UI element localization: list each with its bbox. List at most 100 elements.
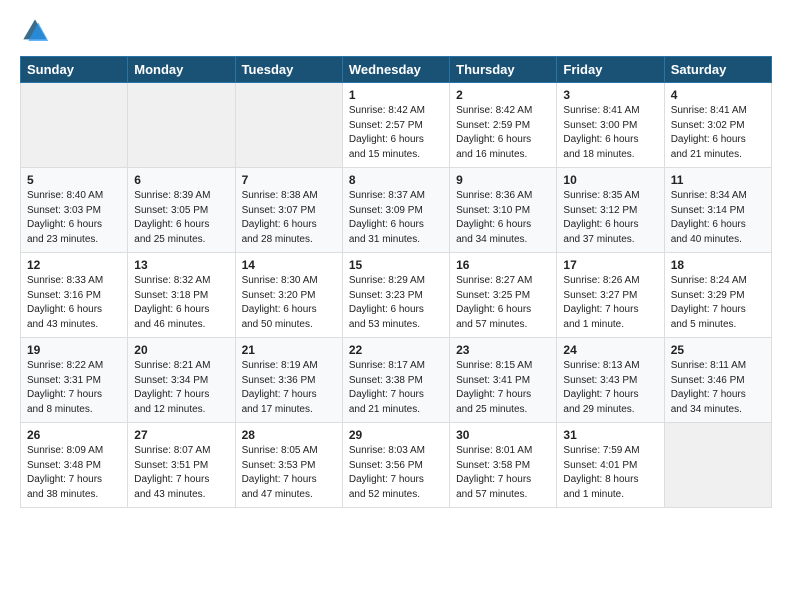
day-info: Sunrise: 8:05 AM Sunset: 3:53 PM Dayligh… xyxy=(242,444,336,502)
week-row: 26 Sunrise: 8:09 AM Sunset: 3:48 PM Dayli… xyxy=(21,423,772,508)
day-number: 1 xyxy=(349,88,443,102)
day-info: Sunrise: 8:42 AM Sunset: 2:57 PM Dayligh… xyxy=(349,104,443,162)
day-number: 20 xyxy=(134,343,228,357)
calendar-cell: 21 Sunrise: 8:19 AM Sunset: 3:36 PM Dayli… xyxy=(235,338,342,423)
day-number: 11 xyxy=(671,173,765,187)
day-info: Sunrise: 8:11 AM Sunset: 3:46 PM Dayligh… xyxy=(671,359,765,417)
weekday-header: Saturday xyxy=(664,57,771,83)
calendar-body: 1 Sunrise: 8:42 AM Sunset: 2:57 PM Daylig… xyxy=(21,83,772,508)
day-info: Sunrise: 8:37 AM Sunset: 3:09 PM Dayligh… xyxy=(349,189,443,247)
day-info: Sunrise: 8:39 AM Sunset: 3:05 PM Dayligh… xyxy=(134,189,228,247)
day-number: 3 xyxy=(563,88,657,102)
header xyxy=(20,16,772,46)
day-info: Sunrise: 8:36 AM Sunset: 3:10 PM Dayligh… xyxy=(456,189,550,247)
day-info: Sunrise: 7:59 AM Sunset: 4:01 PM Dayligh… xyxy=(563,444,657,502)
calendar-header: SundayMondayTuesdayWednesdayThursdayFrid… xyxy=(21,57,772,83)
day-info: Sunrise: 8:41 AM Sunset: 3:00 PM Dayligh… xyxy=(563,104,657,162)
day-number: 2 xyxy=(456,88,550,102)
day-info: Sunrise: 8:22 AM Sunset: 3:31 PM Dayligh… xyxy=(27,359,121,417)
calendar-cell xyxy=(664,423,771,508)
day-info: Sunrise: 8:26 AM Sunset: 3:27 PM Dayligh… xyxy=(563,274,657,332)
day-number: 27 xyxy=(134,428,228,442)
day-number: 12 xyxy=(27,258,121,272)
calendar: SundayMondayTuesdayWednesdayThursdayFrid… xyxy=(20,56,772,508)
day-number: 21 xyxy=(242,343,336,357)
day-info: Sunrise: 8:38 AM Sunset: 3:07 PM Dayligh… xyxy=(242,189,336,247)
calendar-cell: 9 Sunrise: 8:36 AM Sunset: 3:10 PM Daylig… xyxy=(450,168,557,253)
calendar-cell: 27 Sunrise: 8:07 AM Sunset: 3:51 PM Dayli… xyxy=(128,423,235,508)
day-info: Sunrise: 8:40 AM Sunset: 3:03 PM Dayligh… xyxy=(27,189,121,247)
day-info: Sunrise: 8:03 AM Sunset: 3:56 PM Dayligh… xyxy=(349,444,443,502)
day-info: Sunrise: 8:13 AM Sunset: 3:43 PM Dayligh… xyxy=(563,359,657,417)
calendar-cell: 7 Sunrise: 8:38 AM Sunset: 3:07 PM Daylig… xyxy=(235,168,342,253)
day-info: Sunrise: 8:19 AM Sunset: 3:36 PM Dayligh… xyxy=(242,359,336,417)
calendar-cell: 1 Sunrise: 8:42 AM Sunset: 2:57 PM Daylig… xyxy=(342,83,449,168)
calendar-cell: 13 Sunrise: 8:32 AM Sunset: 3:18 PM Dayli… xyxy=(128,253,235,338)
day-number: 9 xyxy=(456,173,550,187)
day-number: 5 xyxy=(27,173,121,187)
day-number: 16 xyxy=(456,258,550,272)
calendar-cell: 20 Sunrise: 8:21 AM Sunset: 3:34 PM Dayli… xyxy=(128,338,235,423)
weekday-header: Monday xyxy=(128,57,235,83)
calendar-cell: 14 Sunrise: 8:30 AM Sunset: 3:20 PM Dayli… xyxy=(235,253,342,338)
weekday-row: SundayMondayTuesdayWednesdayThursdayFrid… xyxy=(21,57,772,83)
calendar-cell: 6Sunrise: 8:39 AM Sunset: 3:05 PM Daylig… xyxy=(128,168,235,253)
day-info: Sunrise: 8:07 AM Sunset: 3:51 PM Dayligh… xyxy=(134,444,228,502)
calendar-cell: 12 Sunrise: 8:33 AM Sunset: 3:16 PM Dayli… xyxy=(21,253,128,338)
weekday-header: Wednesday xyxy=(342,57,449,83)
calendar-cell: 18Sunrise: 8:24 AM Sunset: 3:29 PM Dayli… xyxy=(664,253,771,338)
day-info: Sunrise: 8:30 AM Sunset: 3:20 PM Dayligh… xyxy=(242,274,336,332)
calendar-cell: 15Sunrise: 8:29 AM Sunset: 3:23 PM Dayli… xyxy=(342,253,449,338)
day-number: 10 xyxy=(563,173,657,187)
day-number: 19 xyxy=(27,343,121,357)
logo xyxy=(20,16,54,46)
day-info: Sunrise: 8:41 AM Sunset: 3:02 PM Dayligh… xyxy=(671,104,765,162)
day-number: 24 xyxy=(563,343,657,357)
day-number: 7 xyxy=(242,173,336,187)
day-info: Sunrise: 8:32 AM Sunset: 3:18 PM Dayligh… xyxy=(134,274,228,332)
day-number: 30 xyxy=(456,428,550,442)
calendar-cell: 16 Sunrise: 8:27 AM Sunset: 3:25 PM Dayli… xyxy=(450,253,557,338)
calendar-cell: 30 Sunrise: 8:01 AM Sunset: 3:58 PM Dayli… xyxy=(450,423,557,508)
calendar-cell: 5 Sunrise: 8:40 AM Sunset: 3:03 PM Daylig… xyxy=(21,168,128,253)
weekday-header: Sunday xyxy=(21,57,128,83)
calendar-cell: 24 Sunrise: 8:13 AM Sunset: 3:43 PM Dayli… xyxy=(557,338,664,423)
day-info: Sunrise: 8:21 AM Sunset: 3:34 PM Dayligh… xyxy=(134,359,228,417)
day-number: 23 xyxy=(456,343,550,357)
day-info: Sunrise: 8:29 AM Sunset: 3:23 PM Dayligh… xyxy=(349,274,443,332)
day-number: 29 xyxy=(349,428,443,442)
day-number: 31 xyxy=(563,428,657,442)
weekday-header: Thursday xyxy=(450,57,557,83)
week-row: 12 Sunrise: 8:33 AM Sunset: 3:16 PM Dayli… xyxy=(21,253,772,338)
calendar-cell: 8 Sunrise: 8:37 AM Sunset: 3:09 PM Daylig… xyxy=(342,168,449,253)
day-info: Sunrise: 8:17 AM Sunset: 3:38 PM Dayligh… xyxy=(349,359,443,417)
day-info: Sunrise: 8:27 AM Sunset: 3:25 PM Dayligh… xyxy=(456,274,550,332)
calendar-cell: 17 Sunrise: 8:26 AM Sunset: 3:27 PM Dayli… xyxy=(557,253,664,338)
calendar-cell: 19 Sunrise: 8:22 AM Sunset: 3:31 PM Dayli… xyxy=(21,338,128,423)
day-info: Sunrise: 8:09 AM Sunset: 3:48 PM Dayligh… xyxy=(27,444,121,502)
day-info: Sunrise: 8:33 AM Sunset: 3:16 PM Dayligh… xyxy=(27,274,121,332)
calendar-cell: 11Sunrise: 8:34 AM Sunset: 3:14 PM Dayli… xyxy=(664,168,771,253)
day-info: Sunrise: 8:42 AM Sunset: 2:59 PM Dayligh… xyxy=(456,104,550,162)
logo-icon xyxy=(20,16,50,46)
day-info: Sunrise: 8:24 AM Sunset: 3:29 PM Dayligh… xyxy=(671,274,765,332)
week-row: 5 Sunrise: 8:40 AM Sunset: 3:03 PM Daylig… xyxy=(21,168,772,253)
calendar-cell: 31 Sunrise: 7:59 AM Sunset: 4:01 PM Dayli… xyxy=(557,423,664,508)
calendar-cell xyxy=(21,83,128,168)
day-info: Sunrise: 8:01 AM Sunset: 3:58 PM Dayligh… xyxy=(456,444,550,502)
calendar-cell: 3 Sunrise: 8:41 AM Sunset: 3:00 PM Daylig… xyxy=(557,83,664,168)
day-number: 28 xyxy=(242,428,336,442)
calendar-cell: 4Sunrise: 8:41 AM Sunset: 3:02 PM Daylig… xyxy=(664,83,771,168)
day-number: 13 xyxy=(134,258,228,272)
calendar-cell: 29 Sunrise: 8:03 AM Sunset: 3:56 PM Dayli… xyxy=(342,423,449,508)
week-row: 19 Sunrise: 8:22 AM Sunset: 3:31 PM Dayli… xyxy=(21,338,772,423)
day-number: 17 xyxy=(563,258,657,272)
calendar-cell: 22 Sunrise: 8:17 AM Sunset: 3:38 PM Dayli… xyxy=(342,338,449,423)
day-number: 22 xyxy=(349,343,443,357)
day-number: 26 xyxy=(27,428,121,442)
calendar-cell: 26 Sunrise: 8:09 AM Sunset: 3:48 PM Dayli… xyxy=(21,423,128,508)
day-number: 8 xyxy=(349,173,443,187)
day-number: 14 xyxy=(242,258,336,272)
day-number: 25 xyxy=(671,343,765,357)
calendar-cell xyxy=(128,83,235,168)
